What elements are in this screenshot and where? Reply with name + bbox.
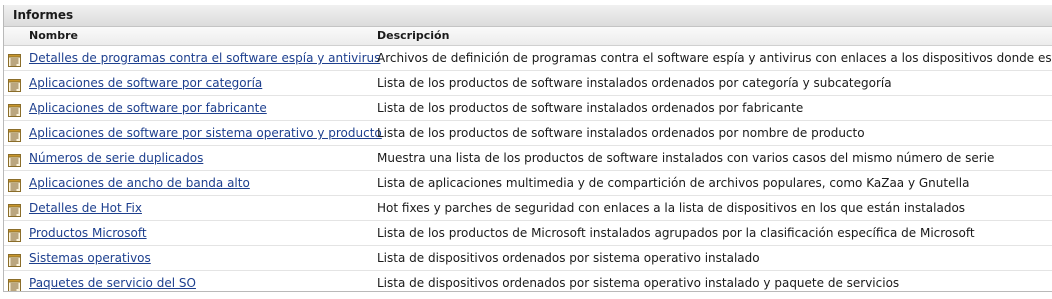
column-header-name[interactable]: Nombre bbox=[29, 27, 78, 45]
table-row: Aplicaciones de software por fabricante … bbox=[4, 96, 1052, 121]
table-row: Aplicaciones de software por sistema ope… bbox=[4, 121, 1052, 146]
report-link[interactable]: Productos Microsoft bbox=[29, 221, 147, 245]
table-row: Aplicaciones de ancho de banda alto List… bbox=[4, 171, 1052, 196]
table-row: Detalles de Hot Fix Hot fixes y parches … bbox=[4, 196, 1052, 221]
report-link[interactable]: Sistemas operativos bbox=[29, 246, 151, 270]
table-row: Productos Microsoft Lista de los product… bbox=[4, 221, 1052, 246]
report-icon bbox=[8, 226, 21, 242]
panel-title: Informes bbox=[4, 5, 1052, 27]
report-description: Lista de los productos de software insta… bbox=[377, 126, 865, 140]
report-description: Lista de dispositivos ordenados por sist… bbox=[377, 276, 900, 290]
report-link[interactable]: Aplicaciones de software por fabricante bbox=[29, 96, 267, 120]
report-description: Lista de dispositivos ordenados por sist… bbox=[377, 251, 760, 265]
report-icon bbox=[8, 176, 21, 192]
table-row: Sistemas operativos Lista de dispositivo… bbox=[4, 246, 1052, 271]
table-row: Detalles de programas contra el software… bbox=[4, 46, 1052, 71]
report-link[interactable]: Detalles de Hot Fix bbox=[29, 196, 142, 220]
report-icon bbox=[8, 51, 21, 67]
table-row: Aplicaciones de software por categoría L… bbox=[4, 71, 1052, 96]
report-icon bbox=[8, 126, 21, 142]
report-description: Hot fixes y parches de seguridad con enl… bbox=[377, 201, 966, 215]
report-link[interactable]: Números de serie duplicados bbox=[29, 146, 203, 170]
report-link[interactable]: Detalles de programas contra el software… bbox=[29, 46, 380, 70]
report-link[interactable]: Aplicaciones de ancho de banda alto bbox=[29, 171, 250, 195]
report-link[interactable]: Aplicaciones de software por sistema ope… bbox=[29, 121, 382, 145]
table-row: Paquetes de servicio del SO Lista de dis… bbox=[4, 271, 1052, 291]
table-row: Números de serie duplicados Muestra una … bbox=[4, 146, 1052, 171]
report-icon bbox=[8, 101, 21, 117]
report-description: Lista de los productos de software insta… bbox=[377, 101, 804, 115]
report-icon bbox=[8, 151, 21, 167]
table-header: Nombre Descripción bbox=[4, 27, 1052, 46]
report-icon bbox=[8, 76, 21, 92]
report-link[interactable]: Aplicaciones de software por categoría bbox=[29, 71, 262, 95]
column-header-description[interactable]: Descripción bbox=[377, 27, 449, 45]
report-icon bbox=[8, 251, 21, 267]
report-description: Lista de los productos de Microsoft inst… bbox=[377, 226, 975, 240]
report-description: Lista de los productos de software insta… bbox=[377, 76, 892, 90]
reports-panel: Informes Nombre Descripción Detalles de … bbox=[3, 5, 1052, 292]
report-link[interactable]: Paquetes de servicio del SO bbox=[29, 271, 196, 291]
report-icon bbox=[8, 201, 21, 217]
report-description: Muestra una lista de los productos de so… bbox=[377, 151, 995, 165]
report-icon bbox=[8, 276, 21, 291]
report-description: Lista de aplicaciones multimedia y de co… bbox=[377, 176, 970, 190]
report-description: Archivos de definición de programas cont… bbox=[377, 51, 1052, 65]
report-list: Detalles de programas contra el software… bbox=[4, 46, 1052, 291]
